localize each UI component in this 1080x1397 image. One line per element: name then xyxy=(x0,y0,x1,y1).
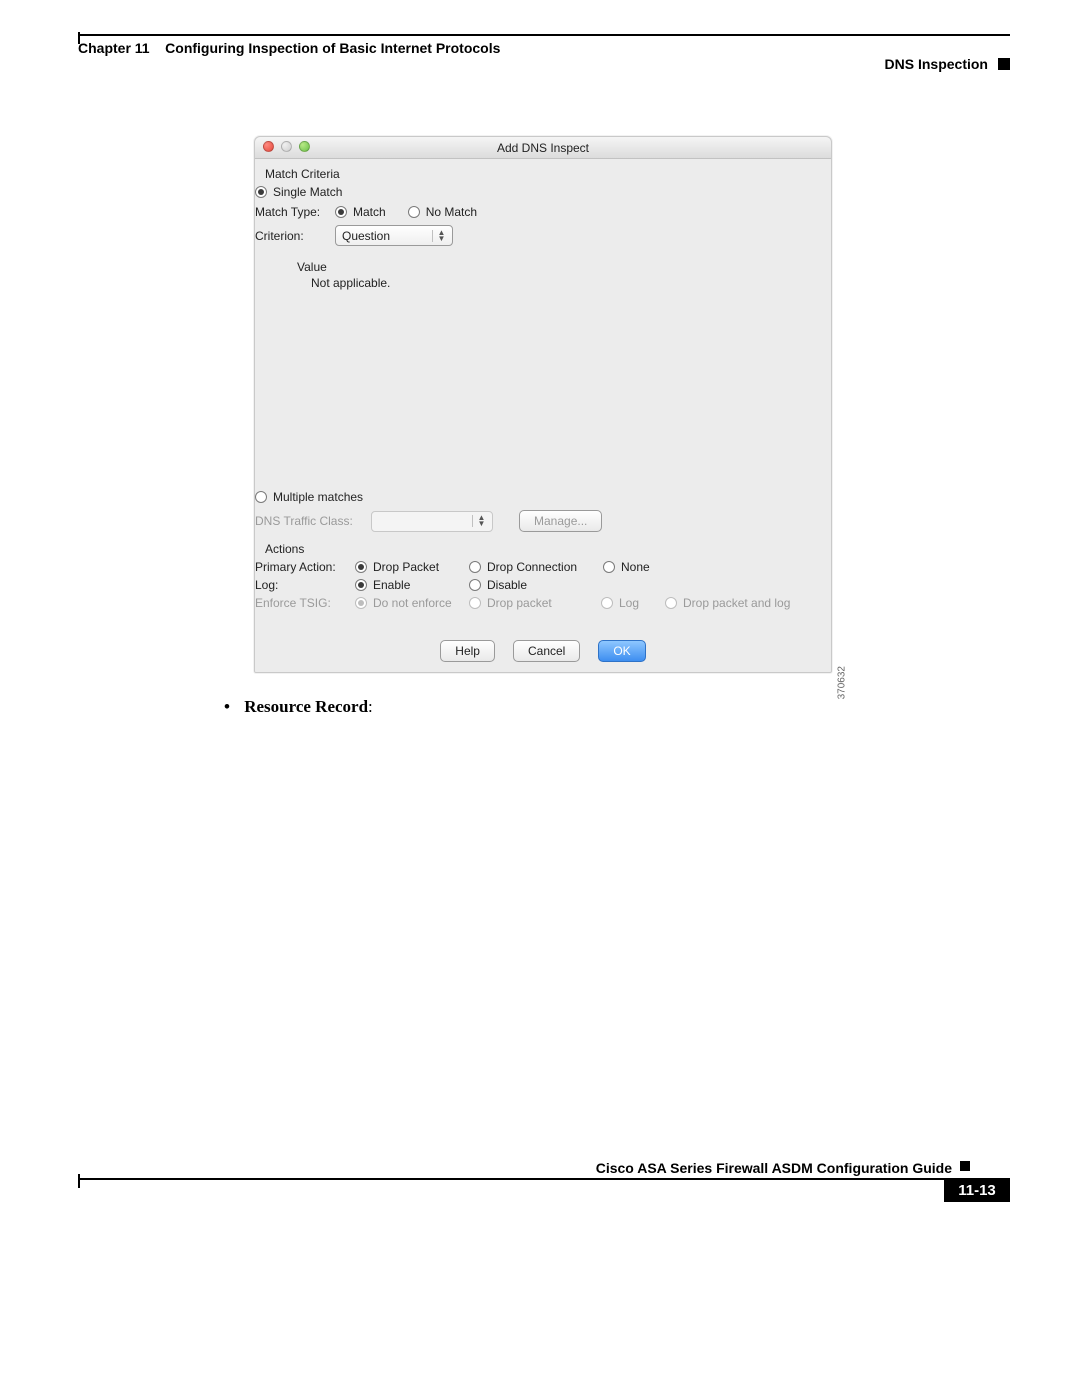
match-type-row: Match Type: Match No Match xyxy=(255,205,831,219)
criterion-label: Criterion: xyxy=(255,229,329,243)
minimize-icon[interactable] xyxy=(281,141,292,152)
multiple-matches-label: Multiple matches xyxy=(273,490,363,504)
criterion-row: Criterion: Question ▲▼ xyxy=(255,225,831,246)
primary-action-drop-connection-radio[interactable] xyxy=(469,561,481,573)
value-heading: Value xyxy=(297,260,831,274)
value-body: Not applicable. xyxy=(311,276,831,290)
log-enable-radio[interactable] xyxy=(355,579,367,591)
primary-action-drop-packet-radio[interactable] xyxy=(355,561,367,573)
log-disable-label: Disable xyxy=(487,578,527,592)
resource-record-bullet: • Resource Record: xyxy=(224,697,373,717)
dialog-title: Add DNS Inspect xyxy=(497,141,589,155)
primary-action-label: Primary Action: xyxy=(255,560,349,574)
primary-action-drop-connection-label: Drop Connection xyxy=(487,560,597,574)
dns-traffic-class-label: DNS Traffic Class: xyxy=(255,514,365,528)
footer-guide-title: Cisco ASA Series Firewall ASDM Configura… xyxy=(596,1160,952,1176)
single-match-radio[interactable] xyxy=(255,186,267,198)
chapter-label: Chapter 11 xyxy=(78,40,150,56)
tsig-dropandlog-radio xyxy=(665,597,677,609)
primary-action-none-label: None xyxy=(621,560,650,574)
dialog-titlebar: Add DNS Inspect xyxy=(255,137,831,159)
enforce-tsig-label: Enforce TSIG: xyxy=(255,596,349,610)
footer-rule xyxy=(78,1178,1010,1180)
tsig-donotenforce-radio xyxy=(355,597,367,609)
tsig-droppacket-label: Drop packet xyxy=(487,596,595,610)
tsig-droppacket-radio xyxy=(469,597,481,609)
log-label: Log: xyxy=(255,578,349,592)
match-type-match-label: Match xyxy=(353,205,386,219)
footer-rule-tick xyxy=(78,1174,80,1188)
primary-action-none-radio[interactable] xyxy=(603,561,615,573)
header-square-icon xyxy=(998,58,1010,70)
footer-square-icon xyxy=(960,1161,970,1171)
cancel-button[interactable]: Cancel xyxy=(513,640,580,662)
dialog-button-row: Help Cancel OK xyxy=(255,640,831,662)
bullet-marker: • xyxy=(224,697,230,716)
chevron-down-icon: ▲▼ xyxy=(432,230,446,242)
dialog-image-id: 370632 xyxy=(836,666,847,699)
chevron-down-icon: ▲▼ xyxy=(472,515,486,527)
header-rule-tick xyxy=(78,32,80,44)
actions-heading: Actions xyxy=(265,542,831,556)
match-type-nomatch-label: No Match xyxy=(426,205,477,219)
tsig-donotenforce-label: Do not enforce xyxy=(373,596,463,610)
log-row: Log: Enable Disable xyxy=(255,578,831,592)
section-title: DNS Inspection xyxy=(885,56,988,72)
close-icon[interactable] xyxy=(263,141,274,152)
log-enable-label: Enable xyxy=(373,578,463,592)
match-type-label: Match Type: xyxy=(255,205,329,219)
add-dns-inspect-dialog: Add DNS Inspect Match Criteria Single Ma… xyxy=(254,136,832,673)
tsig-log-label: Log xyxy=(619,596,659,610)
criterion-select[interactable]: Question ▲▼ xyxy=(335,225,453,246)
enforce-tsig-row: Enforce TSIG: Do not enforce Drop packet… xyxy=(255,596,831,610)
dns-traffic-class-row: DNS Traffic Class: ▲▼ Manage... xyxy=(255,510,831,532)
zoom-icon[interactable] xyxy=(299,141,310,152)
help-button[interactable]: Help xyxy=(440,640,495,662)
tsig-log-radio xyxy=(601,597,613,609)
page-number: 11-13 xyxy=(944,1178,1010,1202)
chapter-title: Configuring Inspection of Basic Internet… xyxy=(165,40,500,56)
ok-button[interactable]: OK xyxy=(598,640,645,662)
single-match-label: Single Match xyxy=(273,185,342,199)
manage-button[interactable]: Manage... xyxy=(519,510,602,532)
match-type-match-radio[interactable] xyxy=(335,206,347,218)
match-type-nomatch-radio[interactable] xyxy=(408,206,420,218)
multiple-matches-radio-row[interactable]: Multiple matches xyxy=(255,490,831,504)
page-header-section: DNS Inspection xyxy=(885,56,1010,72)
multiple-matches-radio[interactable] xyxy=(255,491,267,503)
log-disable-radio[interactable] xyxy=(469,579,481,591)
bullet-suffix: : xyxy=(368,697,373,716)
match-criteria-heading: Match Criteria xyxy=(265,167,831,181)
primary-action-row: Primary Action: Drop Packet Drop Connect… xyxy=(255,560,831,574)
bullet-text: Resource Record xyxy=(244,697,368,716)
window-controls xyxy=(263,141,310,152)
single-match-radio-row[interactable]: Single Match xyxy=(255,185,831,199)
criterion-value: Question xyxy=(342,229,390,243)
primary-action-drop-packet-label: Drop Packet xyxy=(373,560,463,574)
tsig-dropandlog-label: Drop packet and log xyxy=(683,596,790,610)
page-header: Chapter 11 Configuring Inspection of Bas… xyxy=(78,34,1010,56)
dns-traffic-class-select: ▲▼ xyxy=(371,511,493,532)
